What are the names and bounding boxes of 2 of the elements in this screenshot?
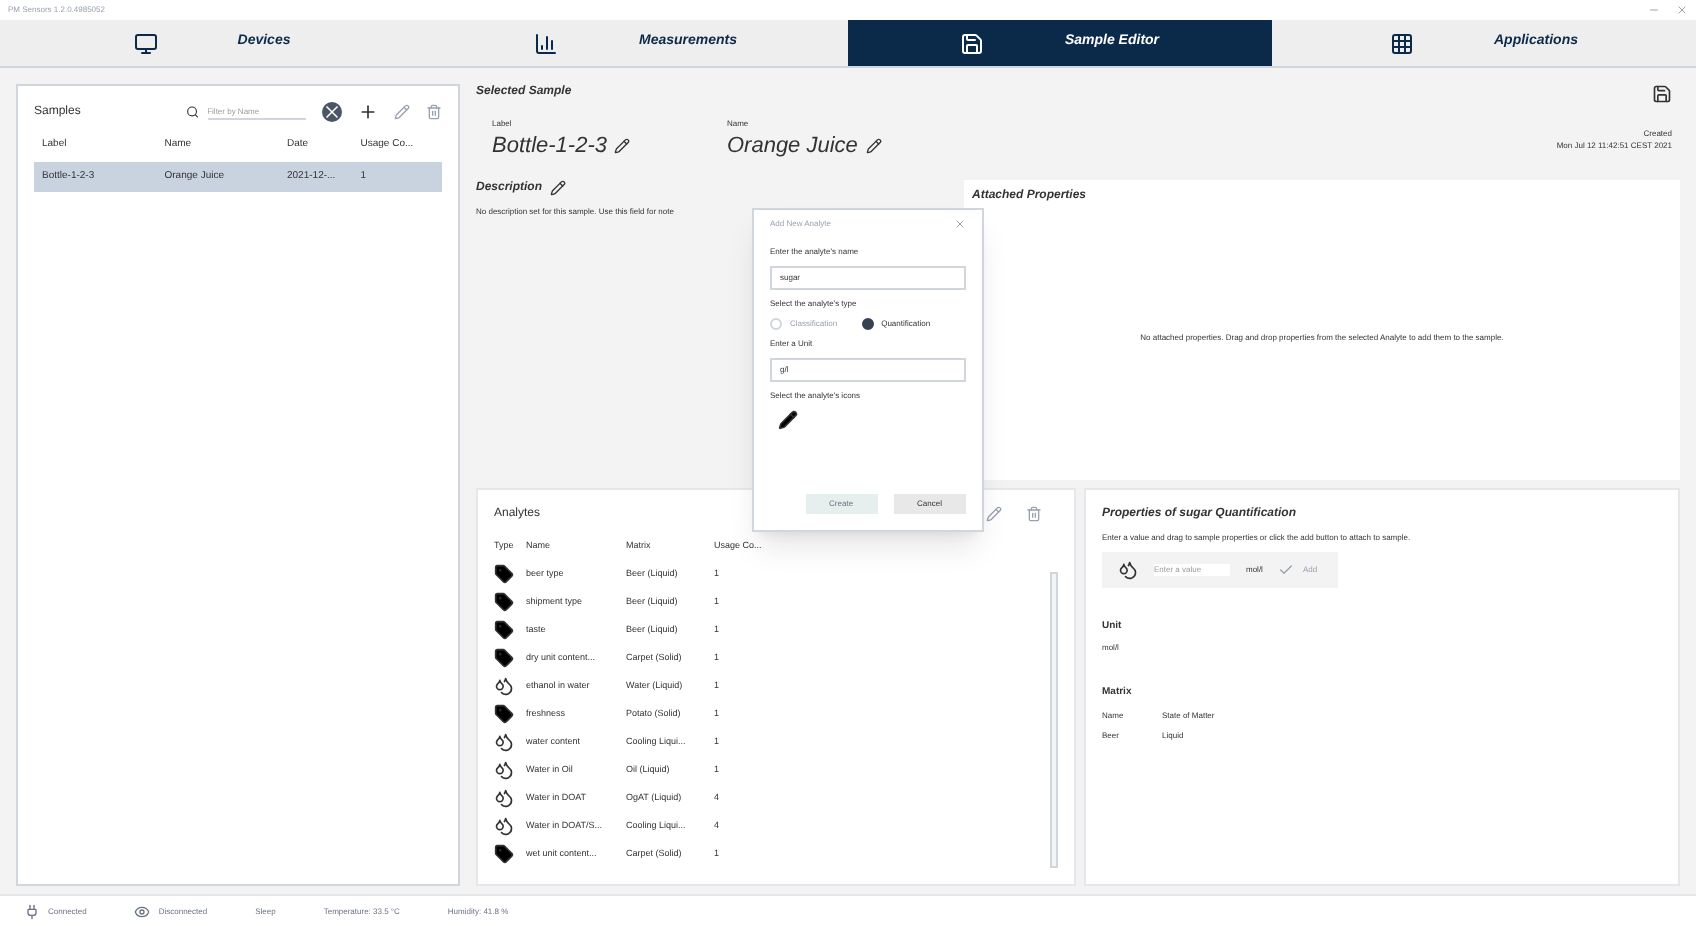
- sample-label: Bottle-1-2-3: [492, 132, 607, 162]
- sample-name: Orange Juice: [726, 132, 858, 162]
